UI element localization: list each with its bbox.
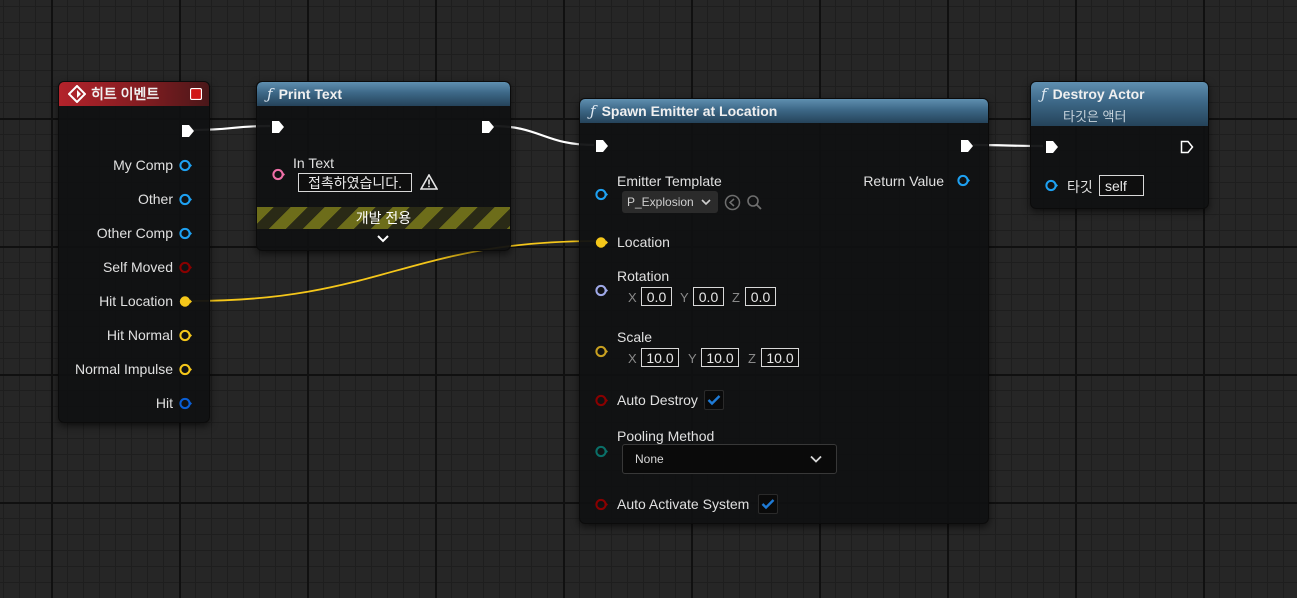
return-value-pin[interactable]: [957, 174, 970, 187]
hit-event-output-label: Hit Location: [99, 293, 173, 309]
print-text-exec-in-pin[interactable]: [271, 120, 285, 134]
rotation-z-input[interactable]: 0.0: [745, 287, 776, 306]
target-pin[interactable]: [1045, 179, 1058, 192]
destroy-actor-subtitle: 타깃은 액터: [1063, 109, 1127, 124]
hit-event-output-label: Normal Impulse: [74, 361, 173, 377]
in-text-input[interactable]: 접촉하였습니다.: [298, 173, 412, 192]
rotation-x-axis-label: X: [628, 290, 637, 305]
scale-x-axis-label: X: [628, 351, 637, 366]
return-value-label: Return Value: [863, 173, 944, 189]
event-diamond-icon: [68, 85, 86, 103]
print-text-header[interactable]: ƒ Print Text: [257, 82, 510, 106]
search-icon[interactable]: [746, 194, 763, 211]
function-f-icon: ƒ: [1041, 85, 1047, 103]
chevron-down-icon: [701, 199, 711, 206]
hit-event-output-pin[interactable]: [179, 295, 192, 308]
scale-pin[interactable]: [595, 345, 608, 358]
destroy-actor-node[interactable]: ƒ Destroy Actor 타깃은 액터 타깃 self: [1030, 81, 1209, 209]
auto-destroy-checkbox[interactable]: [704, 390, 724, 410]
warning-triangle-icon: [420, 174, 438, 190]
hit-event-output-pin[interactable]: [179, 227, 192, 240]
print-text-exec-out-pin[interactable]: [481, 120, 495, 134]
location-pin[interactable]: [595, 236, 608, 249]
scale-y-input[interactable]: 10.0: [701, 348, 739, 367]
target-input[interactable]: self: [1099, 175, 1144, 196]
rotation-z-axis-label: Z: [732, 290, 740, 305]
hit-event-output-label: Hit Normal: [106, 327, 173, 343]
auto-destroy-pin[interactable]: [595, 394, 608, 407]
pooling-method-value: None: [635, 452, 664, 466]
spawn-emitter-exec-out-pin[interactable]: [960, 139, 974, 153]
hit-event-title: 히트 이벤트: [91, 86, 160, 102]
destroy-actor-title: Destroy Actor: [1052, 86, 1145, 102]
emitter-template-value: P_Explosion: [627, 195, 694, 209]
rotation-label: Rotation: [617, 268, 670, 284]
hit-event-output-label: My Comp: [113, 157, 173, 173]
scale-y-axis-label: Y: [688, 351, 697, 366]
pooling-method-dropdown[interactable]: None: [622, 444, 837, 474]
hit-event-exec-out-pin[interactable]: [181, 124, 195, 138]
function-f-icon: ƒ: [267, 85, 273, 103]
spawn-emitter-node[interactable]: ƒ Spawn Emitter at Location Emitter Temp…: [579, 98, 989, 524]
spawn-emitter-exec-in-pin[interactable]: [595, 139, 609, 153]
hit-event-output-pin[interactable]: [179, 159, 192, 172]
print-text-title: Print Text: [278, 86, 343, 102]
hit-event-header[interactable]: 히트 이벤트: [59, 82, 209, 106]
in-text-pin[interactable]: [272, 168, 285, 181]
in-text-label: In Text: [293, 155, 334, 171]
hit-event-output-pin[interactable]: [179, 363, 192, 376]
spawn-emitter-title: Spawn Emitter at Location: [601, 103, 778, 119]
hit-event-output-pin[interactable]: [179, 329, 192, 342]
print-text-node[interactable]: ƒ Print Text In Text 접촉하였습니다. 개발 전용: [256, 81, 511, 251]
function-f-icon: ƒ: [590, 102, 596, 120]
destroy-actor-exec-out-pin[interactable]: [1180, 140, 1194, 154]
check-icon: [761, 499, 775, 510]
scale-label: Scale: [617, 329, 653, 345]
emitter-template-label: Emitter Template: [617, 173, 722, 189]
auto-activate-pin[interactable]: [595, 498, 608, 511]
scale-x-input[interactable]: 10.0: [641, 348, 679, 367]
hit-event-output-pin[interactable]: [179, 261, 192, 274]
emitter-template-dropdown[interactable]: P_Explosion: [622, 191, 718, 213]
hit-event-output-pin[interactable]: [179, 397, 192, 410]
spawn-emitter-header[interactable]: ƒ Spawn Emitter at Location: [580, 99, 988, 123]
location-label: Location: [617, 234, 670, 250]
pooling-method-pin[interactable]: [595, 445, 608, 458]
rotation-y-input[interactable]: 0.0: [693, 287, 724, 306]
browse-arrow-icon[interactable]: [724, 194, 741, 211]
hit-event-output-pin[interactable]: [179, 193, 192, 206]
rotation-x-input[interactable]: 0.0: [641, 287, 672, 306]
auto-destroy-label: Auto Destroy: [617, 392, 698, 408]
dev-only-label: 개발 전용: [355, 210, 412, 226]
check-icon: [707, 395, 721, 406]
chevron-down-icon[interactable]: [377, 234, 389, 244]
target-label: 타깃: [1067, 179, 1093, 195]
scale-z-input[interactable]: 10.0: [761, 348, 799, 367]
hit-event-output-label: Self Moved: [102, 259, 173, 275]
hit-event-output-label: Other Comp: [96, 225, 173, 241]
hit-event-node[interactable]: 히트 이벤트 My Comp Other Other Comp Self Moved H…: [58, 81, 210, 423]
hit-event-output-label: Hit: [155, 395, 173, 411]
auto-activate-checkbox[interactable]: [758, 494, 778, 514]
scale-z-axis-label: Z: [748, 351, 756, 366]
rotation-pin[interactable]: [595, 284, 608, 297]
rotation-y-axis-label: Y: [680, 290, 689, 305]
stop-square-icon: [190, 88, 202, 100]
destroy-actor-exec-in-pin[interactable]: [1045, 140, 1059, 154]
pooling-method-label: Pooling Method: [617, 428, 715, 444]
auto-activate-label: Auto Activate System: [617, 496, 750, 512]
chevron-down-icon: [810, 455, 822, 463]
emitter-template-pin[interactable]: [595, 188, 608, 201]
hit-event-output-label: Other: [137, 191, 173, 207]
